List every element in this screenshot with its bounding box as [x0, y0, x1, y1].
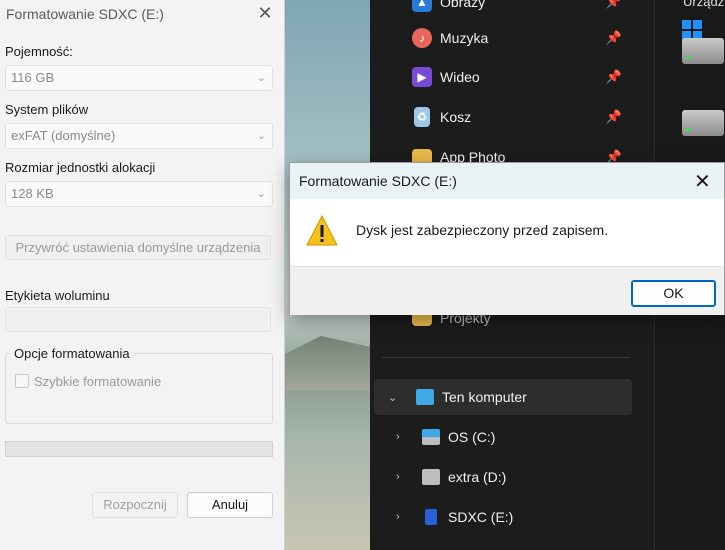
close-icon[interactable]: ✕ — [694, 169, 711, 194]
nav-item-kosz[interactable]: ♻ Kosz 📌 — [370, 99, 632, 135]
pin-icon[interactable]: 📌 — [606, 0, 622, 10]
format-dialog: Formatowanie SDXC (E:) ✕ Pojemność: 116 … — [0, 0, 285, 550]
warning-icon — [306, 214, 338, 246]
chevron-right-icon[interactable]: › — [396, 511, 410, 523]
quick-format-checkbox[interactable] — [15, 374, 29, 388]
computer-icon — [416, 389, 434, 405]
recycle-bin-icon: ♻ — [414, 107, 430, 127]
format-progress-bar — [5, 441, 273, 457]
pin-icon[interactable]: 📌 — [606, 109, 622, 125]
cancel-button[interactable]: Anuluj — [187, 492, 273, 518]
tree-item-extra-d[interactable]: › extra (D:) — [370, 459, 632, 495]
music-icon: ♪ — [412, 28, 432, 48]
video-icon: ▶ — [412, 67, 432, 87]
pictures-icon: ▲ — [412, 0, 432, 12]
message-box-title: Formatowanie SDXC (E:) — [299, 173, 457, 189]
nav-divider — [382, 357, 630, 358]
tree-item-label: OS (C:) — [448, 429, 496, 445]
wallpaper-hill — [285, 336, 375, 390]
filesystem-label: System plików — [5, 102, 89, 117]
volume-label-input[interactable] — [5, 307, 271, 332]
drive-large-icon[interactable] — [682, 110, 724, 136]
chevron-down-icon[interactable]: ⌄ — [388, 391, 402, 404]
message-box: Formatowanie SDXC (E:) ✕ Dysk jest zabez… — [289, 162, 725, 315]
ok-button[interactable]: OK — [631, 280, 716, 307]
pin-icon[interactable]: 📌 — [606, 69, 622, 85]
message-box-footer: OK — [290, 266, 724, 315]
pin-icon[interactable]: 📌 — [606, 30, 622, 46]
os-drive-icon — [422, 429, 440, 445]
nav-item-obrazy[interactable]: ▲ Obrazy 📌 — [370, 0, 632, 20]
filesystem-value: exFAT (domyślne) — [11, 128, 116, 143]
nav-item-label: Muzyka — [440, 30, 489, 46]
tree-item-os-c[interactable]: › OS (C:) — [370, 419, 632, 455]
message-text: Dysk jest zabezpieczony przed zapisem. — [356, 222, 609, 238]
nav-item-label: Kosz — [440, 109, 472, 125]
nav-item-label: Obrazy — [440, 0, 486, 10]
quick-format-label: Szybkie formatowanie — [34, 374, 162, 389]
drive-large-icon[interactable] — [682, 38, 724, 64]
nav-item-label: Wideo — [440, 69, 480, 85]
nav-item-wideo[interactable]: ▶ Wideo 📌 — [370, 59, 632, 95]
chevron-right-icon[interactable]: › — [396, 431, 410, 443]
chevron-down-icon: ⌄ — [256, 130, 266, 142]
nav-item-muzyka[interactable]: ♪ Muzyka 📌 — [370, 20, 632, 56]
chevron-down-icon: ⌄ — [256, 188, 266, 200]
capacity-value: 116 GB — [11, 70, 55, 85]
allocation-label: Rozmiar jednostki alokacji — [5, 160, 156, 175]
chevron-right-icon[interactable]: › — [396, 471, 410, 483]
tree-item-ten-komputer[interactable]: ⌄ Ten komputer — [374, 379, 632, 415]
chevron-down-icon: ⌄ — [256, 72, 266, 84]
sd-card-icon — [425, 509, 437, 525]
filesystem-select[interactable]: exFAT (domyślne) ⌄ — [5, 123, 273, 149]
capacity-select[interactable]: 116 GB ⌄ — [5, 65, 273, 91]
format-options-title: Opcje formatowania — [10, 346, 134, 361]
tree-item-label: SDXC (E:) — [448, 509, 514, 525]
drive-icon — [422, 469, 440, 485]
capacity-label: Pojemność: — [5, 44, 73, 59]
restore-defaults-button[interactable]: Przywróć ustawienia domyślne urządzenia — [5, 235, 271, 260]
allocation-select[interactable]: 128 KB ⌄ — [5, 181, 273, 207]
allocation-value: 128 KB — [11, 186, 54, 201]
dialog-title: Formatowanie SDXC (E:) — [6, 6, 164, 22]
start-button[interactable]: Rozpocznij — [92, 492, 178, 518]
tree-item-label: Ten komputer — [442, 389, 527, 405]
volume-label-label: Etykieta woluminu — [5, 288, 110, 303]
windows-logo-icon — [682, 20, 702, 40]
section-header-devices: Urządz — [683, 0, 725, 9]
tree-item-sdxc-e[interactable]: › SDXC (E:) — [370, 499, 632, 535]
close-icon[interactable]: ✕ — [255, 4, 275, 24]
tree-item-label: extra (D:) — [448, 469, 507, 485]
message-box-titlebar: Formatowanie SDXC (E:) ✕ — [290, 163, 724, 199]
